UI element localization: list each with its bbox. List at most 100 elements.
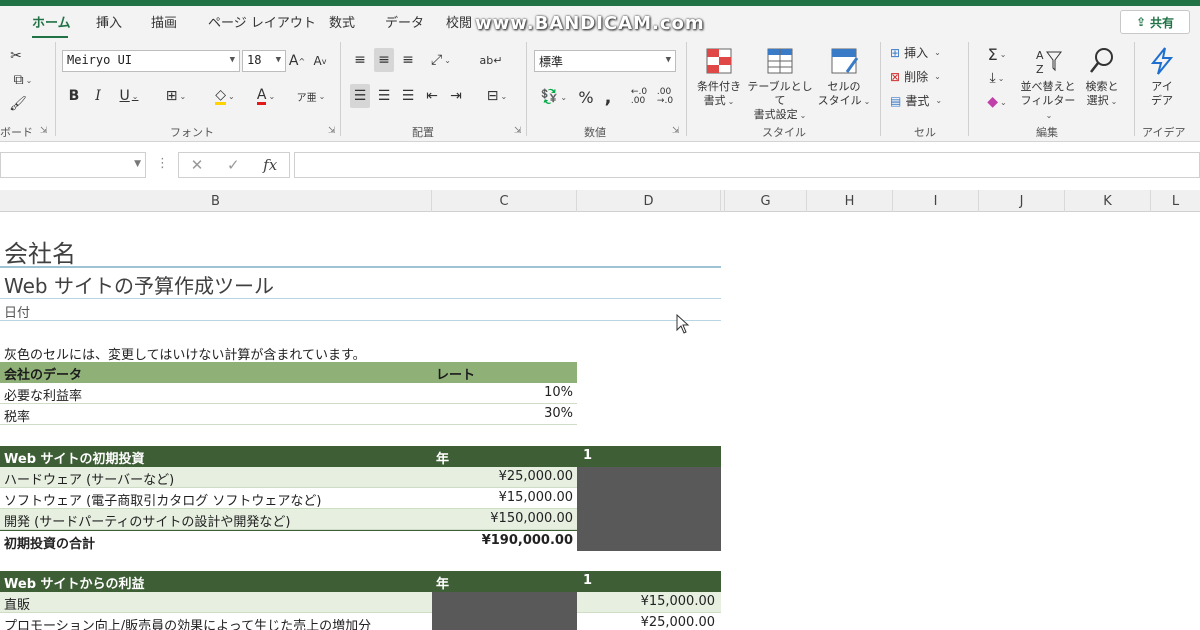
column-header-l[interactable]: L — [1151, 190, 1200, 212]
format-as-table-button[interactable]: テーブルとして 書式設定 ⌄ — [746, 46, 814, 123]
table-row[interactable]: プロモーション向上/販売員の効果によって生じた売上の増加分 ¥25,000.00 — [0, 613, 721, 630]
align-bottom-icon[interactable]: ≡ — [398, 48, 418, 72]
company-data-header-row[interactable]: 会社のデータ レート — [0, 362, 577, 383]
number-launcher-icon[interactable]: ⇲ — [672, 126, 680, 136]
fill-color-icon[interactable]: ◇ ⌄ — [206, 86, 244, 106]
share-button[interactable]: ⇪ 共有 — [1120, 10, 1190, 34]
increase-font-icon[interactable]: A ^ — [288, 50, 306, 72]
orientation-icon[interactable]: ⤢ ⌄ — [424, 48, 458, 72]
column-header-g[interactable]: G — [725, 190, 807, 212]
column-header-b[interactable]: B — [0, 190, 432, 212]
investment-header-row[interactable]: Web サイトの初期投資 年 1 — [0, 446, 721, 467]
locked-calc-cells[interactable] — [577, 467, 721, 551]
column-header-i[interactable]: I — [893, 190, 979, 212]
cancel-icon[interactable]: ✕ — [191, 156, 204, 174]
conditional-format-button[interactable]: 条件付き 書式 ⌄ — [692, 46, 746, 109]
align-top-icon[interactable]: ≡ — [350, 48, 370, 72]
wrap-text-icon[interactable]: ab↵ — [480, 48, 503, 72]
insert-function-icon[interactable]: fx — [263, 156, 277, 174]
clear-icon[interactable]: ◆ ⌄ — [980, 92, 1014, 112]
fill-icon[interactable]: ⤓ ⌄ — [980, 68, 1014, 88]
increase-indent-icon[interactable]: ⇥ — [446, 84, 466, 108]
find-select-label-1: 検索と — [1085, 80, 1119, 93]
align-middle-icon[interactable]: ≡ — [374, 48, 394, 72]
tab-formulas[interactable]: 数式 — [329, 12, 355, 31]
font-name-value: Meiryo UI — [67, 53, 133, 67]
company-name-cell[interactable]: 会社名 — [4, 234, 76, 269]
year-number: 1 — [583, 448, 593, 463]
decrease-font-icon[interactable]: Av — [311, 50, 329, 72]
decrease-indent-icon[interactable]: ⇤ — [422, 84, 442, 108]
autosum-icon[interactable]: Σ ⌄ — [980, 44, 1014, 64]
phonetic-icon[interactable]: ア亜 ⌄ — [294, 86, 328, 106]
percent-icon[interactable]: % — [576, 86, 596, 108]
date-cell[interactable]: 日付 — [4, 302, 30, 321]
font-name-select[interactable]: Meiryo UI ▼ — [62, 50, 240, 72]
tab-page-layout[interactable]: ページ レイアウト — [208, 12, 316, 31]
clipboard-launcher-icon[interactable]: ⇲ — [40, 126, 48, 136]
delete-cells-button[interactable]: ⊠ 削除 ⌄ — [890, 68, 941, 85]
tab-data[interactable]: データ — [385, 12, 424, 31]
search-icon — [1090, 48, 1113, 73]
formula-buttons: ✕ ✓ fx — [178, 152, 290, 178]
ideas-button[interactable]: アイ デア — [1142, 46, 1182, 108]
table-row[interactable]: 必要な利益率 10% — [0, 383, 577, 404]
column-header-d[interactable]: D — [577, 190, 721, 212]
enter-icon[interactable]: ✓ — [227, 156, 240, 174]
row-value: ¥15,000.00 — [640, 594, 715, 609]
align-right-icon[interactable]: ☰ — [398, 84, 418, 108]
table-row[interactable]: ソフトウェア (電子商取引カタログ ソフトウェアなど) ¥15,000.00 — [0, 488, 577, 509]
format-cells-button[interactable]: ▤ 書式 ⌄ — [890, 92, 942, 109]
sort-filter-button[interactable]: AZ 並べ替えと フィルター⌄ — [1018, 46, 1078, 123]
column-header-c[interactable]: C — [432, 190, 577, 212]
align-left-icon[interactable]: ☰ — [350, 84, 370, 108]
tab-insert[interactable]: 挿入 — [96, 12, 122, 31]
bold-icon[interactable]: B — [66, 86, 82, 106]
comma-style-icon[interactable]: , — [600, 86, 616, 108]
table-row[interactable]: ハードウェア (サーバーなど) ¥25,000.00 — [0, 467, 577, 488]
copy-icon[interactable]: ⧉ ⌄ — [6, 70, 40, 90]
sheet-title-cell[interactable]: Web サイトの予算作成ツール — [4, 270, 274, 299]
profit-header-row[interactable]: Web サイトからの利益 年 1 — [0, 571, 721, 592]
gray-cells-note[interactable]: 灰色のセルには、変更してはいけない計算が含まれています。 — [4, 344, 366, 363]
number-format-select[interactable]: 標準 ▼ — [534, 50, 676, 72]
table-row[interactable]: 直販 ¥15,000.00 — [0, 592, 721, 613]
tab-review[interactable]: 校閲 — [446, 12, 472, 31]
decrease-decimal-icon[interactable]: .00 →.0 — [654, 86, 676, 108]
menu-bar: ホーム 挿入 描画 ページ レイアウト 数式 データ 校閲 ⇪ 共有 www.B… — [0, 6, 1200, 39]
font-size-select[interactable]: 18 ▼ — [242, 50, 286, 72]
find-select-button[interactable]: 検索と 選択 ⌄ — [1080, 46, 1124, 109]
name-box[interactable]: ▼ — [0, 152, 146, 178]
cut-icon[interactable]: ✂ — [8, 46, 24, 66]
table-row[interactable]: 開発 (サードパーティのサイトの設計や開発など) ¥150,000.00 — [0, 509, 577, 530]
find-select-label-2: 選択 — [1086, 94, 1109, 107]
formula-input[interactable] — [294, 152, 1200, 178]
tab-draw[interactable]: 描画 — [151, 12, 177, 31]
investment-total-row[interactable]: 初期投資の合計 ¥190,000.00 — [0, 530, 577, 552]
locked-calc-cells[interactable] — [432, 592, 577, 630]
cell-styles-button[interactable]: セルの スタイル ⌄ — [816, 46, 872, 109]
italic-icon[interactable]: I — [90, 86, 106, 106]
insert-cells-button[interactable]: ⊞ 挿入 ⌄ — [890, 44, 941, 61]
column-header-k[interactable]: K — [1065, 190, 1151, 212]
sort-filter-icon: AZ — [1036, 49, 1062, 76]
borders-icon[interactable]: ⊞ ⌄ — [158, 86, 194, 106]
group-separator — [1134, 42, 1135, 136]
font-launcher-icon[interactable]: ⇲ — [328, 126, 336, 136]
more-icon[interactable]: ⋮ — [156, 156, 169, 171]
column-header-j[interactable]: J — [979, 190, 1065, 212]
increase-decimal-icon[interactable]: ←.0.00 — [628, 86, 650, 108]
delete-label: 削除 — [904, 70, 929, 84]
table-row[interactable]: 税率 30% — [0, 404, 577, 425]
merge-center-icon[interactable]: ⊟ ⌄ — [478, 84, 516, 108]
column-headers: B C D G H I J K L — [0, 190, 1200, 212]
tab-home[interactable]: ホーム — [32, 12, 71, 31]
underline-icon[interactable]: U ⌄ — [112, 86, 146, 106]
column-header-h[interactable]: H — [807, 190, 893, 212]
chevron-down-icon: ▼ — [275, 55, 281, 65]
align-center-icon[interactable]: ☰ — [374, 84, 394, 108]
alignment-launcher-icon[interactable]: ⇲ — [514, 126, 522, 136]
font-color-icon[interactable]: A ⌄ — [248, 86, 284, 106]
currency-icon[interactable]: 💱 ⌄ — [536, 86, 572, 108]
format-painter-icon[interactable]: 🖌 — [8, 94, 28, 114]
